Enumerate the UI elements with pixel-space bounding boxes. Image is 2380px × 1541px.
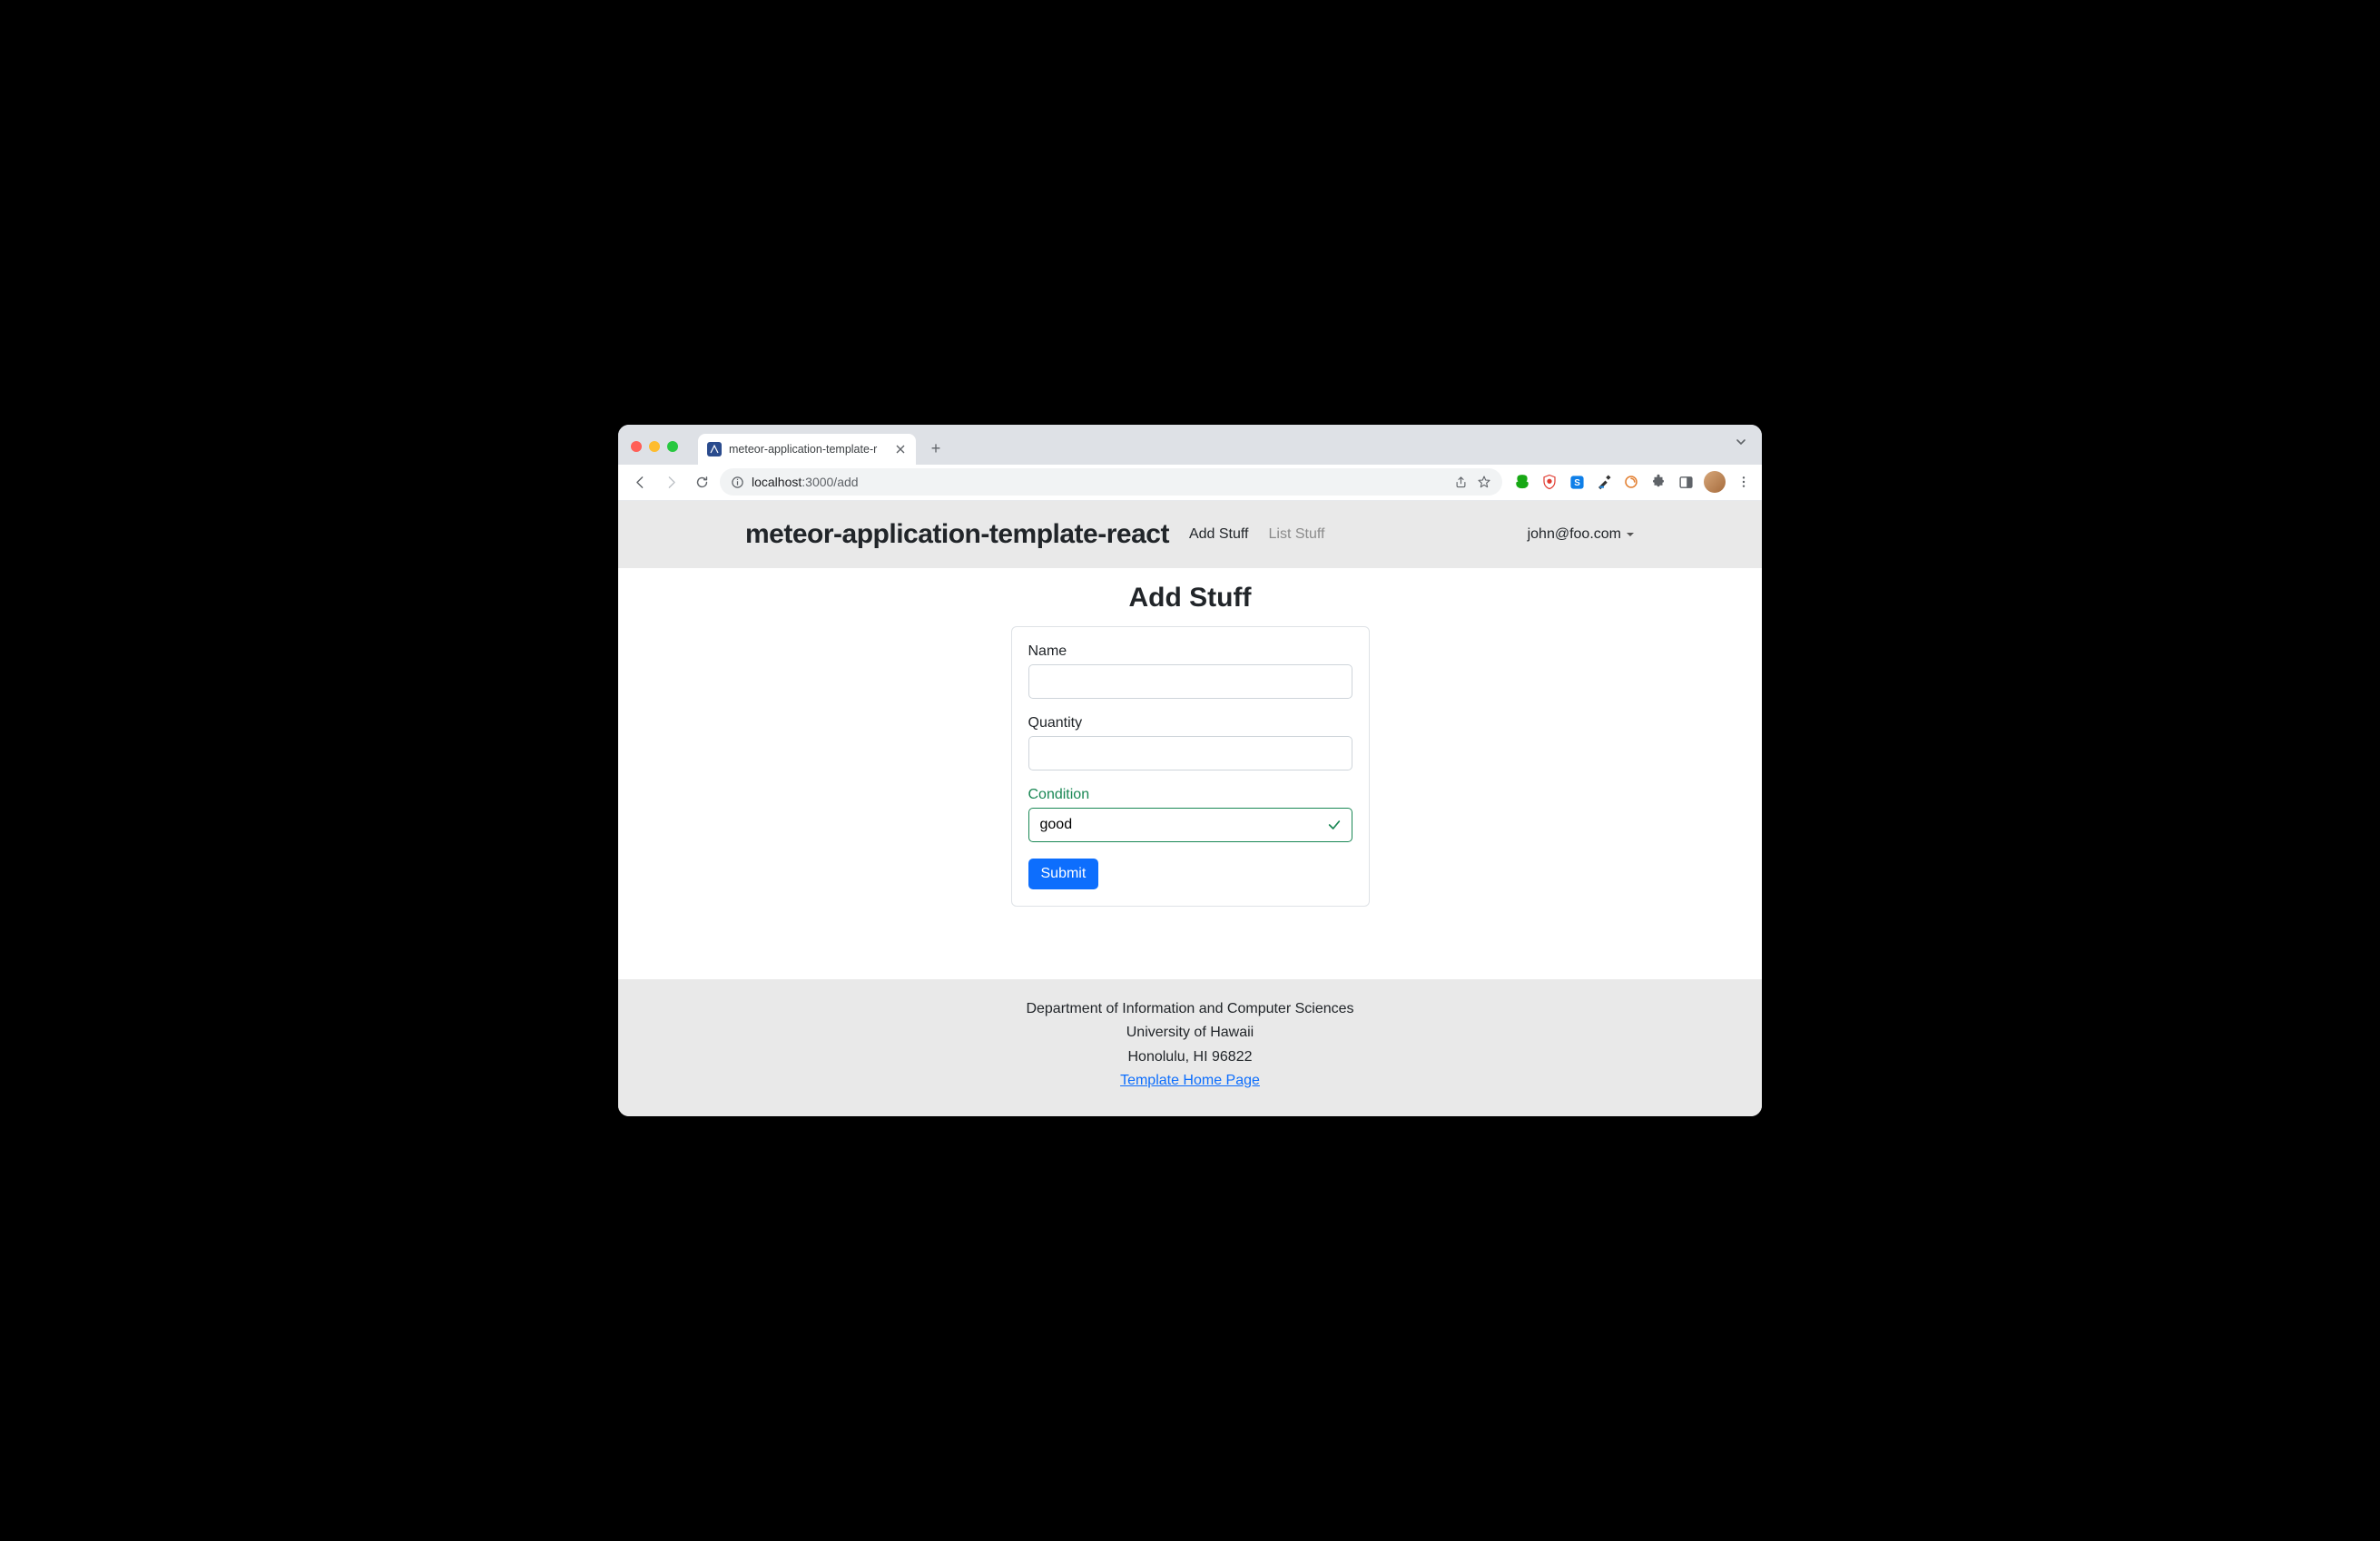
nav-link-add-stuff[interactable]: Add Stuff bbox=[1189, 526, 1249, 543]
maximize-window-button[interactable] bbox=[667, 441, 678, 452]
footer-line-3: Honolulu, HI 96822 bbox=[618, 1045, 1762, 1069]
footer-line-1: Department of Information and Computer S… bbox=[618, 997, 1762, 1021]
url-host: localhost bbox=[752, 475, 802, 489]
tab-strip: meteor-application-template-r + bbox=[618, 425, 1762, 465]
tabs-menu-icon[interactable] bbox=[1735, 436, 1747, 448]
caret-down-icon bbox=[1626, 530, 1635, 539]
valid-check-icon bbox=[1327, 818, 1342, 832]
browser-window: meteor-application-template-r + localhos… bbox=[618, 425, 1762, 1117]
skype-extension-icon[interactable]: S bbox=[1568, 473, 1586, 491]
browser-tab[interactable]: meteor-application-template-r bbox=[698, 434, 916, 465]
site-info-icon[interactable] bbox=[731, 476, 744, 489]
form-group-quantity: Quantity bbox=[1028, 715, 1352, 770]
name-input[interactable] bbox=[1028, 664, 1352, 699]
circle-extension-icon[interactable] bbox=[1622, 473, 1640, 491]
address-bar[interactable]: localhost:3000/add bbox=[720, 468, 1502, 496]
share-icon[interactable] bbox=[1454, 476, 1468, 489]
user-email: john@foo.com bbox=[1528, 526, 1621, 543]
back-button[interactable] bbox=[627, 469, 653, 495]
url-text: localhost:3000/add bbox=[752, 475, 859, 489]
page-content: Add Stuff Name Quantity Condition good bbox=[618, 568, 1762, 979]
new-tab-button[interactable]: + bbox=[923, 437, 949, 462]
browser-toolbar: localhost:3000/add S bbox=[618, 465, 1762, 501]
footer-link[interactable]: Template Home Page bbox=[1120, 1073, 1260, 1088]
app-navbar: meteor-application-template-react Add St… bbox=[618, 501, 1762, 568]
condition-value: good bbox=[1040, 817, 1073, 833]
name-label: Name bbox=[1028, 643, 1352, 660]
tab-title: meteor-application-template-r bbox=[729, 443, 887, 456]
evernote-extension-icon[interactable] bbox=[1513, 473, 1531, 491]
forward-button[interactable] bbox=[658, 469, 684, 495]
shield-extension-icon[interactable] bbox=[1540, 473, 1559, 491]
condition-select[interactable]: good bbox=[1028, 808, 1352, 842]
quantity-label: Quantity bbox=[1028, 715, 1352, 731]
quantity-input[interactable] bbox=[1028, 736, 1352, 770]
more-menu-icon[interactable] bbox=[1735, 473, 1753, 491]
picker-extension-icon[interactable] bbox=[1595, 473, 1613, 491]
window-controls bbox=[631, 441, 678, 452]
svg-text:S: S bbox=[1574, 478, 1580, 488]
profile-avatar[interactable] bbox=[1704, 471, 1726, 493]
nav-link-list-stuff[interactable]: List Stuff bbox=[1268, 526, 1324, 543]
reload-button[interactable] bbox=[689, 469, 714, 495]
form-group-condition: Condition good bbox=[1028, 787, 1352, 842]
page-title: Add Stuff bbox=[618, 583, 1762, 613]
form-card: Name Quantity Condition good Submit bbox=[1011, 626, 1370, 907]
meteor-favicon-icon bbox=[707, 442, 722, 456]
url-path: :3000/add bbox=[802, 475, 858, 489]
user-menu[interactable]: john@foo.com bbox=[1528, 526, 1635, 543]
extensions-row: S bbox=[1508, 471, 1753, 493]
close-window-button[interactable] bbox=[631, 441, 642, 452]
brand-title[interactable]: meteor-application-template-react bbox=[745, 519, 1169, 550]
close-tab-icon[interactable] bbox=[894, 443, 907, 456]
footer-line-2: University of Hawaii bbox=[618, 1021, 1762, 1045]
extensions-puzzle-icon[interactable] bbox=[1649, 473, 1667, 491]
submit-button[interactable]: Submit bbox=[1028, 859, 1099, 889]
bookmark-star-icon[interactable] bbox=[1477, 475, 1491, 489]
minimize-window-button[interactable] bbox=[649, 441, 660, 452]
condition-label: Condition bbox=[1028, 787, 1352, 803]
page-footer: Department of Information and Computer S… bbox=[618, 979, 1762, 1117]
panel-extension-icon[interactable] bbox=[1677, 473, 1695, 491]
form-group-name: Name bbox=[1028, 643, 1352, 699]
